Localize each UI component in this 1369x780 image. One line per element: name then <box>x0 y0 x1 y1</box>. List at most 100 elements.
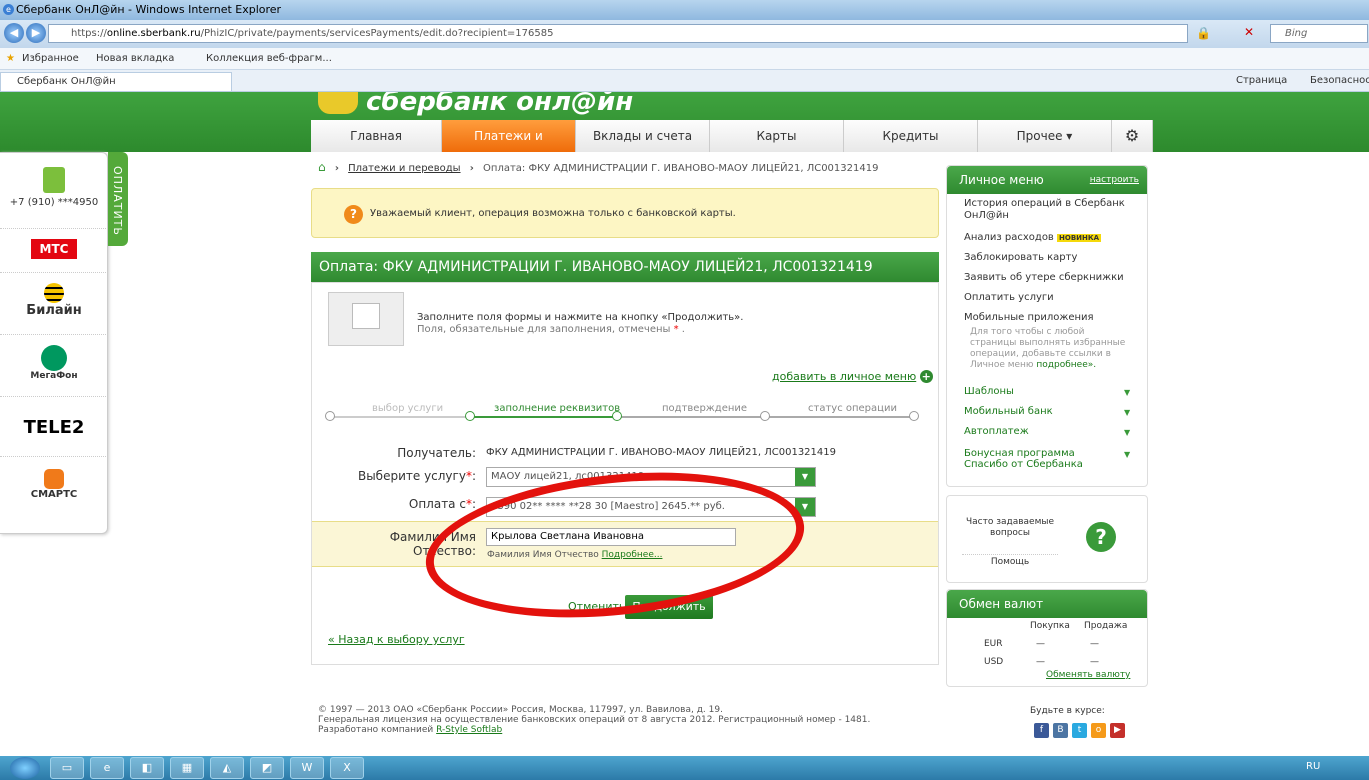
chevron-right-icon: › <box>334 163 339 174</box>
url-input[interactable]: https://online.sberbank.ru/PhizIC/privat… <box>48 24 1188 43</box>
document-icon <box>352 303 380 329</box>
language-indicator[interactable]: RU <box>1306 761 1320 772</box>
add-to-menu-link[interactable]: добавить в личное меню <box>772 370 916 383</box>
menu-block-card[interactable]: Заблокировать карту <box>964 252 1077 263</box>
footer: © 1997 — 2013 ОАО «Сбербанк России» Росс… <box>318 705 918 735</box>
menu-hint: Для того чтобы с любой страницы выполнят… <box>970 327 1130 371</box>
chevron-down-icon[interactable]: ▼ <box>1124 408 1130 417</box>
smarts-label: СМАРТС <box>30 489 78 500</box>
ie-icon[interactable]: e <box>90 757 124 779</box>
pay-tab[interactable]: ОПЛАТИТЬ <box>108 152 128 246</box>
step-dot <box>465 411 475 421</box>
exchange-link[interactable]: Обменять валюту <box>1046 670 1130 680</box>
fav-gallery[interactable]: Коллекция веб-фрагм... <box>206 48 332 70</box>
step-label: статус операции <box>808 403 897 414</box>
phone-item[interactable]: +7 (910) ***4950 <box>0 153 108 229</box>
social-icons: f Bt o ▶ <box>1034 722 1129 738</box>
faq-text[interactable]: Часто задаваемые вопросы <box>962 517 1058 539</box>
help-icon[interactable]: ? <box>1086 522 1116 552</box>
explorer-icon[interactable]: ▭ <box>50 757 84 779</box>
excel-icon[interactable]: X <box>330 757 364 779</box>
phone-icon <box>43 167 65 193</box>
operator-megafon[interactable]: МегаФон <box>0 335 108 397</box>
section-bonus[interactable]: Бонусная программа Спасибо от Сбербанка <box>964 448 1116 470</box>
home-icon[interactable]: ⌂ <box>318 160 326 174</box>
warning-text: Уважаемый клиент, операция возможна толь… <box>370 208 736 219</box>
section-mobile-bank[interactable]: Мобильный банк <box>964 406 1053 417</box>
operator-tele2[interactable]: TELE2 <box>0 397 108 457</box>
section-templates[interactable]: Шаблоны <box>964 386 1014 397</box>
chevron-down-icon[interactable]: ▼ <box>1124 450 1130 459</box>
fav-new-tab[interactable]: Новая вкладка <box>96 48 174 70</box>
exchange-sell: — <box>1090 639 1099 649</box>
add-to-menu[interactable]: добавить в личное меню + <box>772 370 933 383</box>
megafon-label: МегаФон <box>30 371 78 381</box>
footer-dev-link[interactable]: R-Style Softlab <box>436 725 502 735</box>
back-link[interactable]: « Назад к выбору услуг <box>328 633 465 646</box>
chevron-down-icon[interactable]: ▼ <box>795 468 815 486</box>
window-title: Сбербанк ОнЛ@йн - Windows Internet Explo… <box>16 3 282 16</box>
nav-home[interactable]: Главная <box>311 120 442 152</box>
question-icon: ? <box>344 205 363 224</box>
nav-payments[interactable]: Платежи и переводы <box>442 120 576 175</box>
search-input[interactable]: Bing <box>1270 24 1368 43</box>
back-arrow-icon[interactable]: ◀ <box>4 23 24 43</box>
cmd-security[interactable]: Безопасность <box>1310 70 1369 92</box>
mts-logo: МТС <box>31 239 77 259</box>
menu-pay-services[interactable]: Оплатить услуги <box>964 292 1054 303</box>
menu-hint-more[interactable]: подробнее». <box>1036 360 1096 370</box>
menu-analysis[interactable]: Анализ расходов НОВИНКА <box>964 232 1102 243</box>
menu-lost-passbook[interactable]: Заявить об утере сберкнижки <box>964 272 1124 283</box>
app-icon[interactable]: ◩ <box>250 757 284 779</box>
nav-credits[interactable]: Кредиты <box>844 120 978 152</box>
odnoklassniki-icon[interactable]: o <box>1091 723 1106 738</box>
browser-tab[interactable]: Сбербанк ОнЛ@йн <box>0 72 232 92</box>
form-illustration <box>328 292 404 346</box>
required-star: * <box>673 324 679 335</box>
step-label: заполнение реквизитов <box>494 403 621 414</box>
exchange-sell: — <box>1090 657 1099 667</box>
nav-cards[interactable]: Карты <box>710 120 844 152</box>
app-icon[interactable]: ▦ <box>170 757 204 779</box>
required-note: Поля, обязательные для заполнения, отмеч… <box>417 324 685 335</box>
youtube-icon[interactable]: ▶ <box>1110 723 1125 738</box>
menu-history[interactable]: История операций в Сбербанк ОнЛ@йн <box>964 198 1134 222</box>
payfrom-label-text: Оплата с <box>408 497 466 511</box>
main-nav: Главная Платежи и переводы Вклады и счет… <box>311 120 1153 175</box>
twitter-icon[interactable]: t <box>1072 723 1087 738</box>
section-autopay[interactable]: Автоплатеж <box>964 426 1029 437</box>
help-link[interactable]: Помощь <box>962 554 1058 567</box>
warning-banner: ? Уважаемый клиент, операция возможна то… <box>311 188 939 238</box>
progress-line-active <box>470 416 616 418</box>
stop-icon[interactable]: ✕ <box>1244 25 1254 39</box>
configure-link[interactable]: настроить <box>1090 166 1139 194</box>
plus-icon[interactable]: + <box>919 370 933 383</box>
facebook-icon[interactable]: f <box>1034 723 1049 738</box>
breadcrumb-link[interactable]: Платежи и переводы <box>348 163 460 174</box>
forward-arrow-icon[interactable]: ▶ <box>26 23 46 43</box>
vk-icon[interactable]: B <box>1053 723 1068 738</box>
footer-copyright: © 1997 — 2013 ОАО «Сбербанк России» Росс… <box>318 705 723 715</box>
chevron-down-icon[interactable]: ▼ <box>1124 388 1130 397</box>
app-icon[interactable]: ◧ <box>130 757 164 779</box>
window-title-bar: e Сбербанк ОнЛ@йн - Windows Internet Exp… <box>0 0 1369 20</box>
gear-icon[interactable]: ⚙ <box>1112 120 1153 152</box>
exchange-cur: USD <box>984 657 1004 667</box>
cmd-page[interactable]: Страница <box>1236 70 1287 92</box>
form-title: Оплата: ФКУ АДМИНИСТРАЦИИ Г. ИВАНОВО-МАО… <box>311 252 939 282</box>
favorites-button[interactable]: Избранное <box>22 48 79 70</box>
word-icon[interactable]: W <box>290 757 324 779</box>
start-button[interactable] <box>10 757 40 779</box>
menu-mobile-apps[interactable]: Мобильные приложения <box>964 312 1094 323</box>
sberbank-logo[interactable]: сбербанк онл@йн <box>318 92 658 120</box>
lock-icon[interactable]: 🔒 <box>1196 26 1211 40</box>
required-star: * <box>465 469 472 483</box>
nav-other[interactable]: Прочее ▾ <box>978 120 1112 152</box>
operator-smarts[interactable]: СМАРТС <box>0 457 108 533</box>
chevron-down-icon[interactable]: ▼ <box>1124 428 1130 437</box>
operator-mts[interactable]: МТС <box>0 229 108 273</box>
operator-beeline[interactable]: Билайн <box>0 273 108 335</box>
nav-deposits[interactable]: Вклады и счета <box>576 120 710 152</box>
app-icon[interactable]: ◭ <box>210 757 244 779</box>
breadcrumb-current: Оплата: ФКУ АДМИНИСТРАЦИИ Г. ИВАНОВО-МАО… <box>483 163 879 174</box>
